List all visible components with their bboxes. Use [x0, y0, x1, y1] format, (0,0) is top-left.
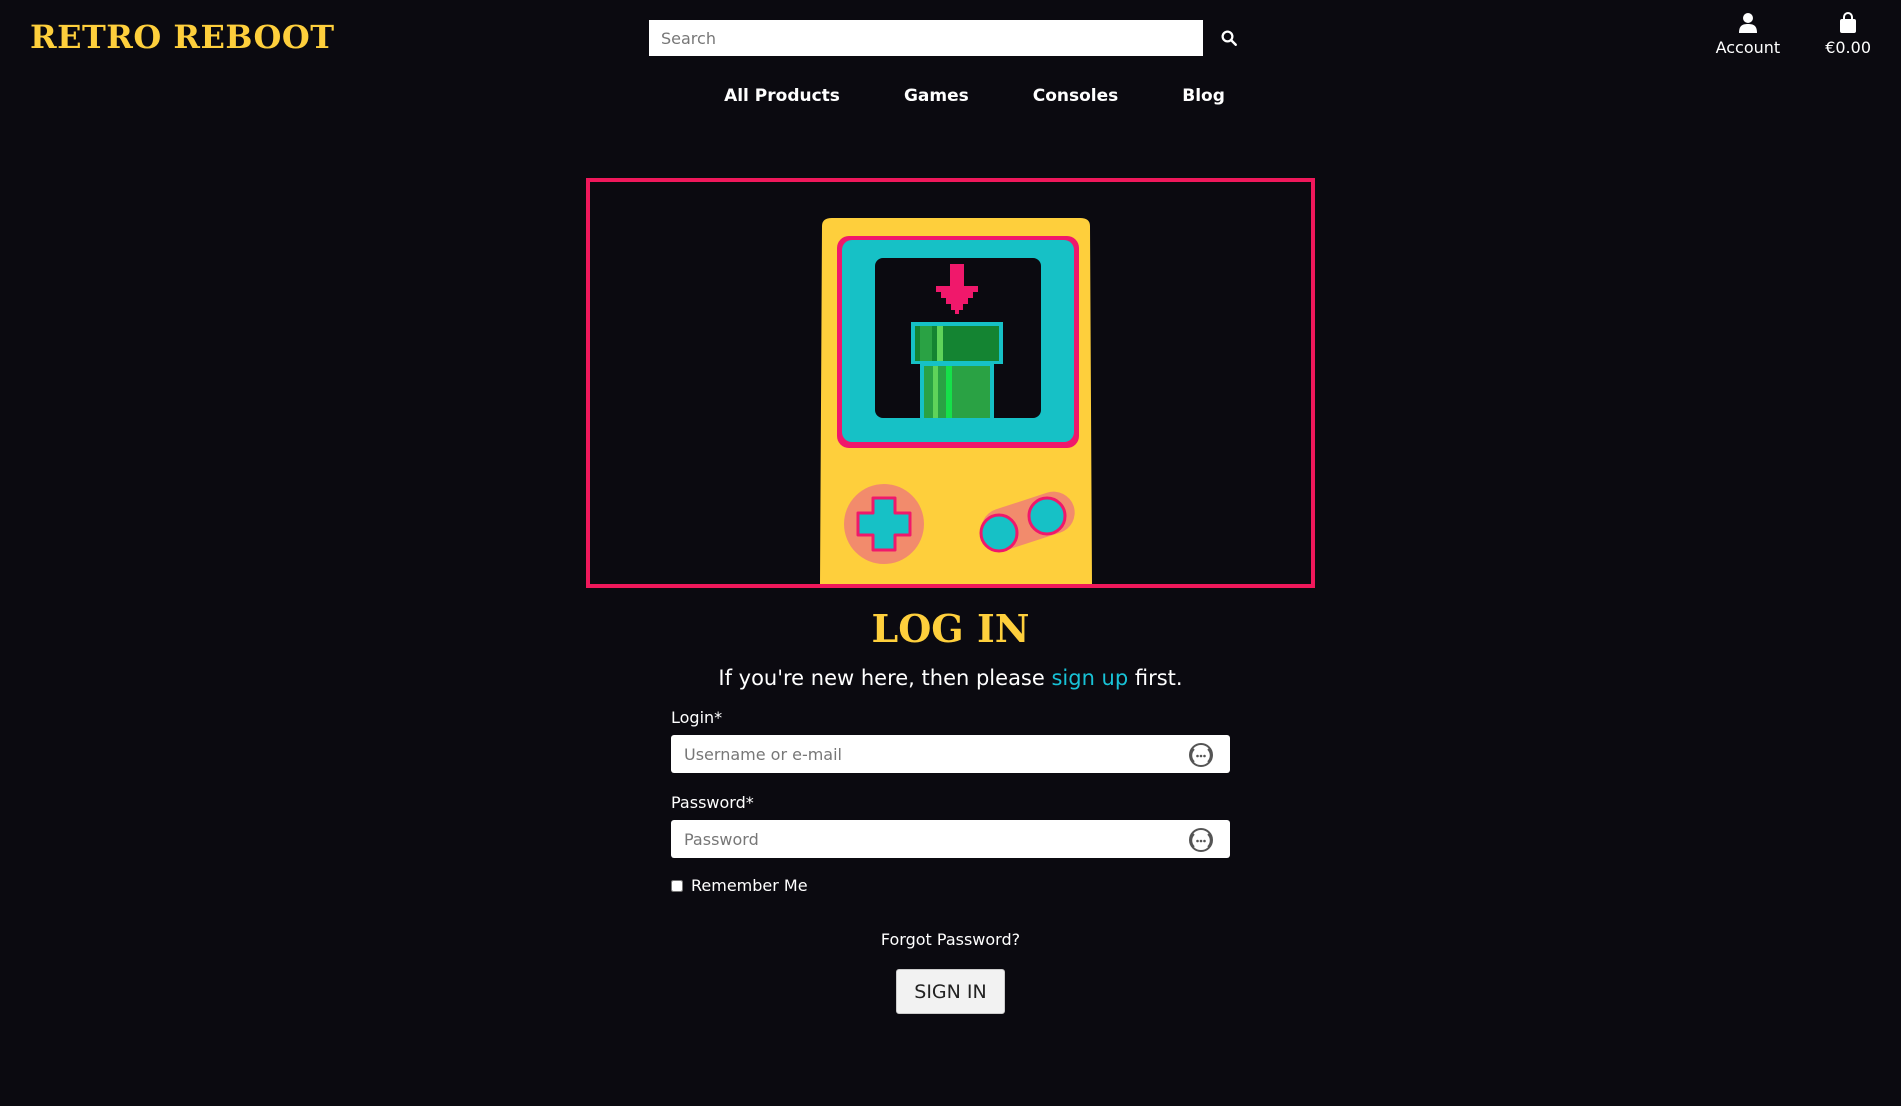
- nav-blog[interactable]: Blog: [1182, 86, 1225, 106]
- account-link[interactable]: Account: [1715, 12, 1781, 57]
- forgot-password-link[interactable]: Forgot Password?: [881, 930, 1020, 949]
- page-title: LOG IN: [871, 606, 1030, 651]
- remember-me-checkbox[interactable]: [671, 879, 683, 892]
- password-input[interactable]: [671, 820, 1230, 858]
- nav-all-products[interactable]: All Products: [724, 86, 840, 106]
- password-field: [671, 820, 1230, 858]
- search-input[interactable]: [649, 20, 1203, 56]
- cart-total: €0.00: [1825, 38, 1871, 57]
- main-nav: All Products Games Consoles Blog: [0, 86, 1901, 106]
- header-actions: Account €0.00: [1716, 12, 1871, 57]
- hero-image: [586, 178, 1315, 588]
- shopping-bag-icon: [1840, 12, 1857, 33]
- login-field: [671, 735, 1230, 773]
- login-form: Login* Password* Remember Me: [671, 708, 1230, 895]
- search-bar: [649, 20, 1249, 56]
- search-icon: [1221, 30, 1237, 46]
- intro-text-after: first.: [1128, 666, 1183, 690]
- password-label: Password*: [671, 793, 754, 812]
- signup-prompt: If you're new here, then please sign up …: [0, 666, 1901, 690]
- login-input[interactable]: [671, 735, 1230, 773]
- forgot-password-wrap: Forgot Password?: [0, 930, 1901, 949]
- intro-text-before: If you're new here, then please: [718, 666, 1052, 690]
- password-manager-icon[interactable]: [1188, 742, 1214, 768]
- cart-link[interactable]: €0.00: [1825, 12, 1871, 57]
- site-logo[interactable]: RETRO REBOOT: [30, 18, 335, 56]
- login-label: Login*: [671, 708, 723, 727]
- search-button[interactable]: [1209, 20, 1249, 56]
- sign-in-button[interactable]: SIGN IN: [896, 969, 1005, 1014]
- remember-me-label: Remember Me: [691, 876, 808, 895]
- signup-link[interactable]: sign up: [1051, 666, 1128, 690]
- account-label: Account: [1715, 38, 1781, 57]
- nav-consoles[interactable]: Consoles: [1033, 86, 1119, 106]
- nav-games[interactable]: Games: [904, 86, 969, 106]
- retro-handheld-console-illustration: [820, 218, 1092, 584]
- user-icon: [1738, 13, 1757, 33]
- password-manager-icon[interactable]: [1188, 827, 1214, 853]
- remember-me[interactable]: Remember Me: [671, 876, 1230, 895]
